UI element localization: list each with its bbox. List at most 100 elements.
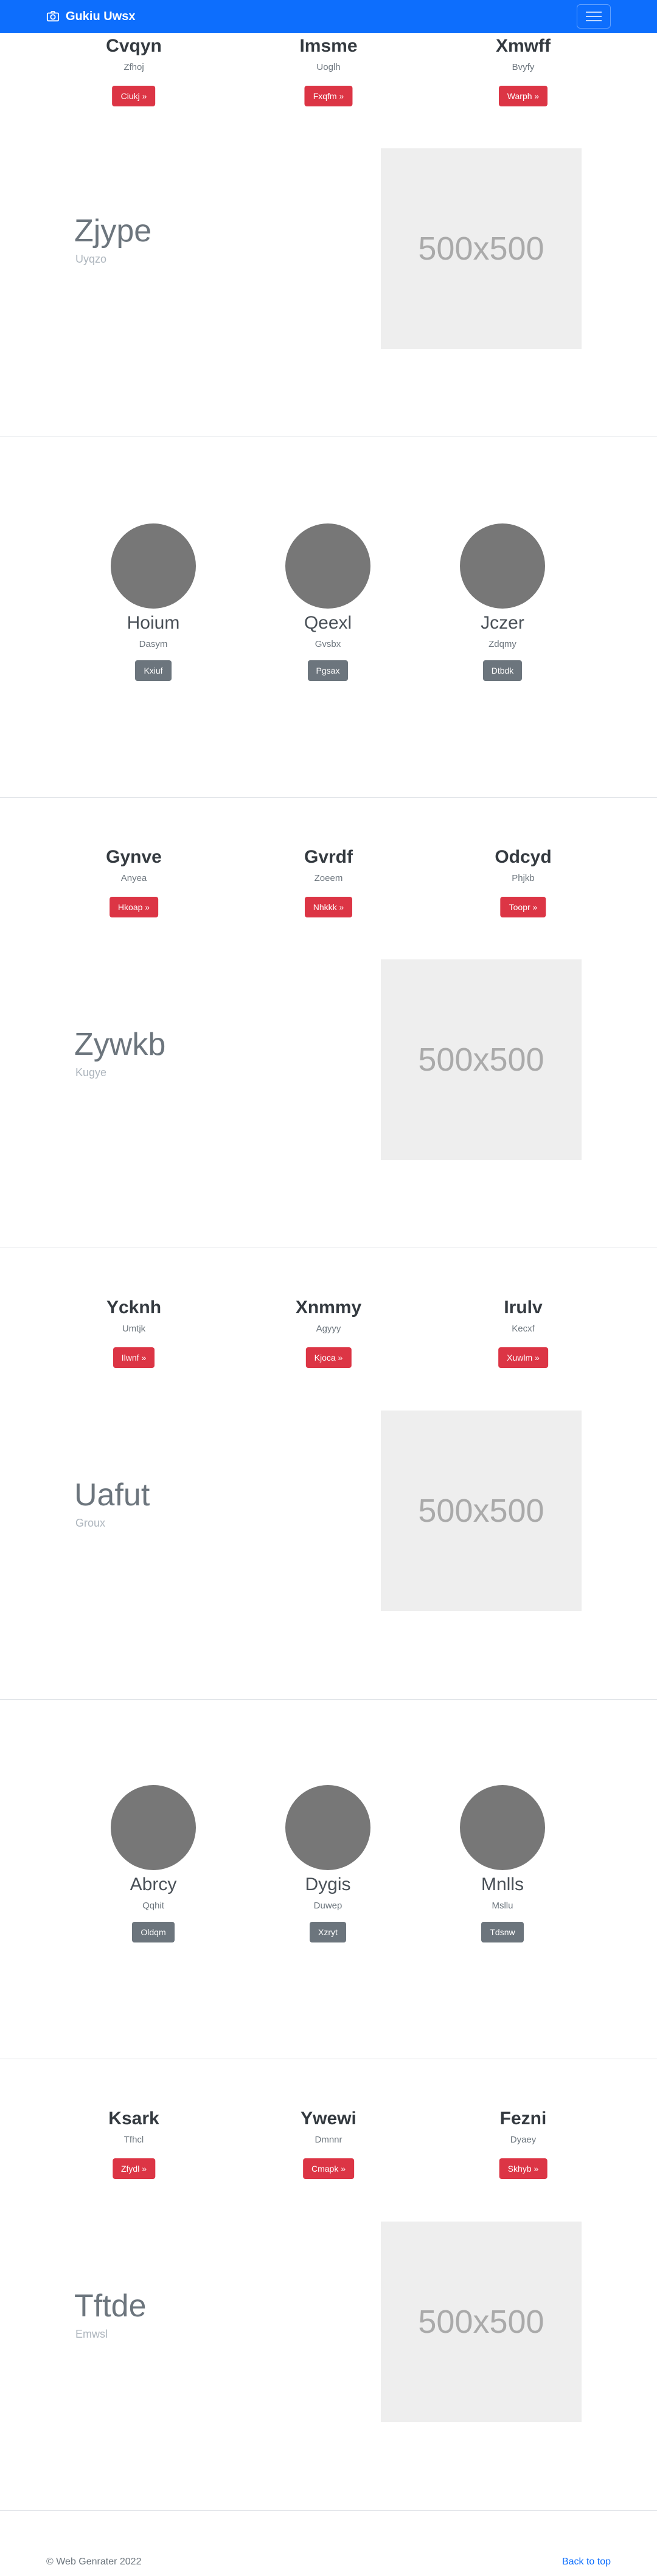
column-subtitle: Phjkb: [512, 873, 535, 883]
feature-subheading: Groux: [75, 1517, 106, 1529]
feature-column: Ywewi Dmnnr Cmapk »: [301, 2108, 356, 2179]
member-button[interactable]: Oldqm: [132, 1922, 175, 1942]
column-button[interactable]: Toopr »: [500, 897, 546, 917]
feature-column: Cvqyn Zfhoj Ciukj »: [106, 35, 162, 106]
column-title: Ycknh: [106, 1297, 162, 1317]
member-subtitle: Gvsbx: [315, 639, 341, 649]
team-member: Qeexl Gvsbx Pgsax: [255, 523, 401, 681]
column-title: Gynve: [106, 847, 162, 867]
placeholder-image: 500x500: [381, 2222, 582, 2422]
column-button[interactable]: Zfydl »: [112, 2158, 155, 2179]
column-subtitle: Anyea: [120, 873, 147, 883]
feature-heading: Tftde: [74, 2288, 147, 2324]
column-button[interactable]: Ilwnf »: [113, 1347, 155, 1368]
avatar: [460, 1785, 545, 1870]
member-button[interactable]: Tdsnw: [481, 1922, 524, 1942]
team-member: Dygis Duwep Xzryt: [255, 1785, 401, 1942]
member-name: Hoium: [127, 613, 180, 633]
placeholder-label: 500x500: [418, 1041, 544, 1078]
column-title: Ywewi: [301, 2108, 356, 2129]
column-button[interactable]: Fxqfm »: [304, 86, 353, 106]
feature-column: Fezni Dyaey Skhyb »: [499, 2108, 548, 2179]
column-subtitle: Zoeem: [314, 873, 343, 883]
column-title: Xnmmy: [295, 1297, 362, 1317]
member-subtitle: Dasym: [139, 639, 168, 649]
column-title: Odcyd: [495, 847, 552, 867]
team-section-1: Hoium Dasym Kxiuf Qeexl Gvsbx Pgsax Jcze…: [0, 437, 657, 797]
feature-subheading: Emwsl: [75, 2328, 108, 2340]
placeholder-image: 500x500: [381, 148, 582, 349]
column-button[interactable]: Skhyb »: [499, 2158, 548, 2179]
feature-section-3: Ycknh Umtjk Ilwnf » Xnmmy Agyyy Kjoca » …: [0, 1248, 657, 1699]
brand[interactable]: Gukiu Uwsx: [46, 10, 135, 24]
column-subtitle: Dmnnr: [315, 2135, 342, 2145]
section-divider: [0, 2510, 657, 2511]
navbar: Gukiu Uwsx: [0, 0, 657, 33]
column-button[interactable]: Kjoca »: [305, 1347, 352, 1368]
feature-heading: Zywkb: [74, 1027, 166, 1062]
column-button[interactable]: Hkoap »: [109, 897, 159, 917]
member-subtitle: Msllu: [492, 1901, 513, 1911]
team-section-2: Abrcy Qqhit Oldqm Dygis Duwep Xzryt Mnll…: [0, 1700, 657, 2059]
feature-column: Xmwff Bvyfy Warph »: [496, 35, 551, 106]
team-member: Mnlls Msllu Tdsnw: [429, 1785, 575, 1942]
camera-icon: [46, 11, 60, 22]
column-subtitle: Umtjk: [122, 1324, 146, 1334]
feature-subheading: Kugye: [75, 1066, 107, 1079]
feature-section-4: Ksark Tfhcl Zfydl » Ywewi Dmnnr Cmapk » …: [0, 2059, 657, 2510]
column-subtitle: Kecxf: [512, 1324, 535, 1334]
brand-name: Gukiu Uwsx: [66, 9, 136, 23]
avatar: [460, 523, 545, 609]
member-name: Qeexl: [304, 613, 352, 633]
team-member: Hoium Dasym Kxiuf: [80, 523, 226, 681]
placeholder-image: 500x500: [381, 1411, 582, 1611]
copyright: © Web Genrater 2022: [46, 2556, 142, 2567]
feature-column: Ycknh Umtjk Ilwnf »: [106, 1297, 161, 1368]
hamburger-icon: [586, 12, 602, 13]
member-subtitle: Duwep: [313, 1901, 342, 1911]
footer: © Web Genrater 2022 Back to top: [0, 2547, 657, 2576]
column-title: Irulv: [504, 1297, 543, 1317]
placeholder-label: 500x500: [418, 1493, 544, 1529]
column-title: Cvqyn: [106, 36, 162, 56]
column-subtitle: Uoglh: [316, 62, 341, 72]
member-button[interactable]: Dtbdk: [482, 660, 523, 681]
column-subtitle: Bvyfy: [512, 62, 535, 72]
column-title: Gvrdf: [304, 847, 353, 867]
column-button[interactable]: Ciukj »: [112, 86, 156, 106]
avatar: [111, 1785, 196, 1870]
member-button[interactable]: Pgsax: [307, 660, 349, 681]
column-subtitle: Tfhcl: [123, 2135, 144, 2145]
feature-column: Xnmmy Agyyy Kjoca »: [296, 1297, 361, 1368]
team-member: Abrcy Qqhit Oldqm: [80, 1785, 226, 1942]
member-name: Mnlls: [481, 1874, 524, 1894]
member-name: Jczer: [481, 613, 524, 633]
avatar: [285, 1785, 370, 1870]
column-subtitle: Zfhoj: [123, 62, 144, 72]
column-title: Fezni: [499, 2108, 547, 2129]
feature-column: Ksark Tfhcl Zfydl »: [108, 2108, 159, 2179]
member-name: Abrcy: [130, 1874, 177, 1894]
member-subtitle: Zdqmy: [488, 639, 516, 649]
avatar: [111, 523, 196, 609]
placeholder-label: 500x500: [418, 230, 544, 267]
placeholder-label: 500x500: [418, 2304, 544, 2340]
menu-toggle-button[interactable]: [577, 4, 611, 29]
column-button[interactable]: Warph »: [498, 86, 548, 106]
team-member: Jczer Zdqmy Dtbdk: [429, 523, 575, 681]
feature-section-2: Gynve Anyea Hkoap » Gvrdf Zoeem Nhkkk » …: [0, 798, 657, 1248]
feature-heading: Uafut: [74, 1477, 150, 1513]
back-to-top-link[interactable]: Back to top: [562, 2557, 611, 2567]
feature-heading: Zjype: [74, 213, 152, 249]
column-button[interactable]: Cmapk »: [302, 2158, 355, 2179]
member-button[interactable]: Kxiuf: [135, 660, 172, 681]
column-title: Xmwff: [496, 36, 551, 56]
member-subtitle: Qqhit: [142, 1901, 164, 1911]
column-button[interactable]: Xuwlm »: [498, 1347, 548, 1368]
feature-column: Gvrdf Zoeem Nhkkk »: [304, 846, 353, 917]
column-button[interactable]: Nhkkk »: [304, 897, 353, 917]
member-button[interactable]: Xzryt: [310, 1922, 346, 1942]
feature-column: Gynve Anyea Hkoap »: [106, 846, 162, 917]
feature-column: Imsme Uoglh Fxqfm »: [299, 35, 358, 106]
member-name: Dygis: [305, 1874, 351, 1894]
